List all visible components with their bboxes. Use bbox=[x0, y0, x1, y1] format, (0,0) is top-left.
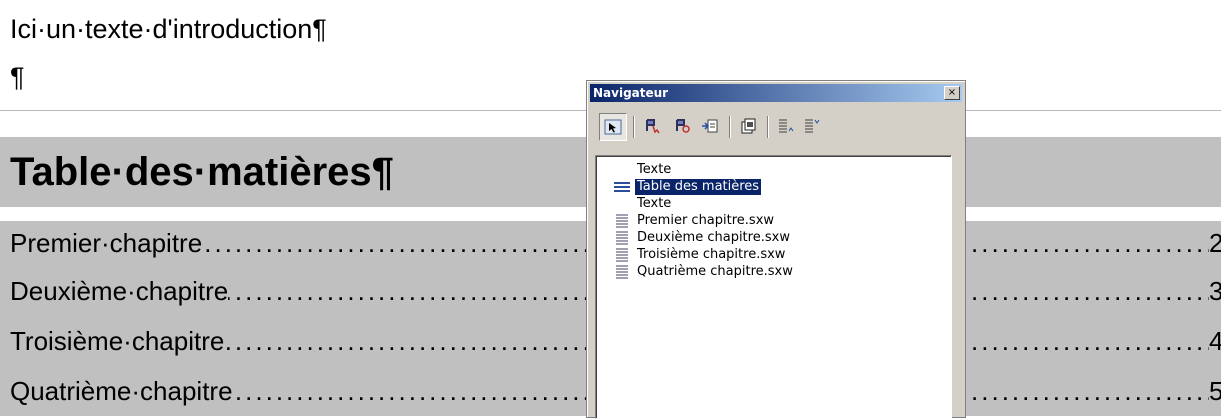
toc-entry-label: Troisième·chapitre bbox=[10, 326, 225, 357]
tree-item-label: Deuxième chapitre.sxw bbox=[637, 230, 790, 245]
section-icon bbox=[616, 231, 628, 245]
toc-entry-page: 3¶ bbox=[1209, 276, 1221, 306]
demote-icon[interactable] bbox=[799, 113, 825, 139]
empty-paragraph[interactable]: ¶ bbox=[10, 62, 25, 93]
insert-icon[interactable] bbox=[697, 113, 723, 139]
navigator-titlebar[interactable]: Navigateur × bbox=[590, 84, 962, 102]
promote-icon[interactable] bbox=[773, 113, 799, 139]
tree-item-label: Quatrième chapitre.sxw bbox=[637, 264, 793, 279]
toc-entry-label: Deuxième·chapitre bbox=[10, 276, 229, 307]
tree-item-label: Premier chapitre.sxw bbox=[637, 213, 775, 228]
navigation-toggle-icon[interactable] bbox=[599, 113, 627, 141]
toc-entry-page: 4¶ bbox=[1209, 326, 1221, 356]
toc-entry-label: Quatrième·chapitre bbox=[10, 376, 233, 407]
close-icon[interactable]: × bbox=[944, 86, 960, 100]
document-list-icon[interactable] bbox=[735, 113, 761, 139]
intro-paragraph[interactable]: Ici·un·texte·d'introduction¶ bbox=[10, 14, 327, 45]
tree-item-label: Texte bbox=[637, 162, 672, 177]
reminder-icon[interactable] bbox=[669, 113, 695, 139]
section-icon bbox=[616, 248, 628, 262]
index-icon bbox=[614, 182, 630, 192]
drag-mode-icon[interactable] bbox=[639, 113, 665, 139]
toc-entry-page: 5¶ bbox=[1209, 376, 1221, 406]
toc-title[interactable]: Table·des·matières¶ bbox=[10, 150, 394, 195]
navigator-window[interactable]: Navigateur × Texte Table des matières Te… bbox=[586, 80, 966, 419]
section-icon bbox=[616, 214, 628, 228]
tree-item-label: Table des matières bbox=[633, 178, 763, 196]
tree-item-label: Troisième chapitre.sxw bbox=[637, 247, 786, 262]
section-icon bbox=[616, 265, 628, 279]
toc-entry-label: Premier·chapitre bbox=[10, 228, 203, 259]
navigator-toolbar bbox=[593, 107, 959, 147]
tree-item-label: Texte bbox=[637, 196, 672, 211]
toc-entry-page: 2¶ bbox=[1209, 228, 1221, 258]
navigator-tree[interactable]: Texte Table des matières Texte Premier c… bbox=[595, 155, 952, 419]
navigator-title: Navigateur bbox=[593, 86, 669, 100]
